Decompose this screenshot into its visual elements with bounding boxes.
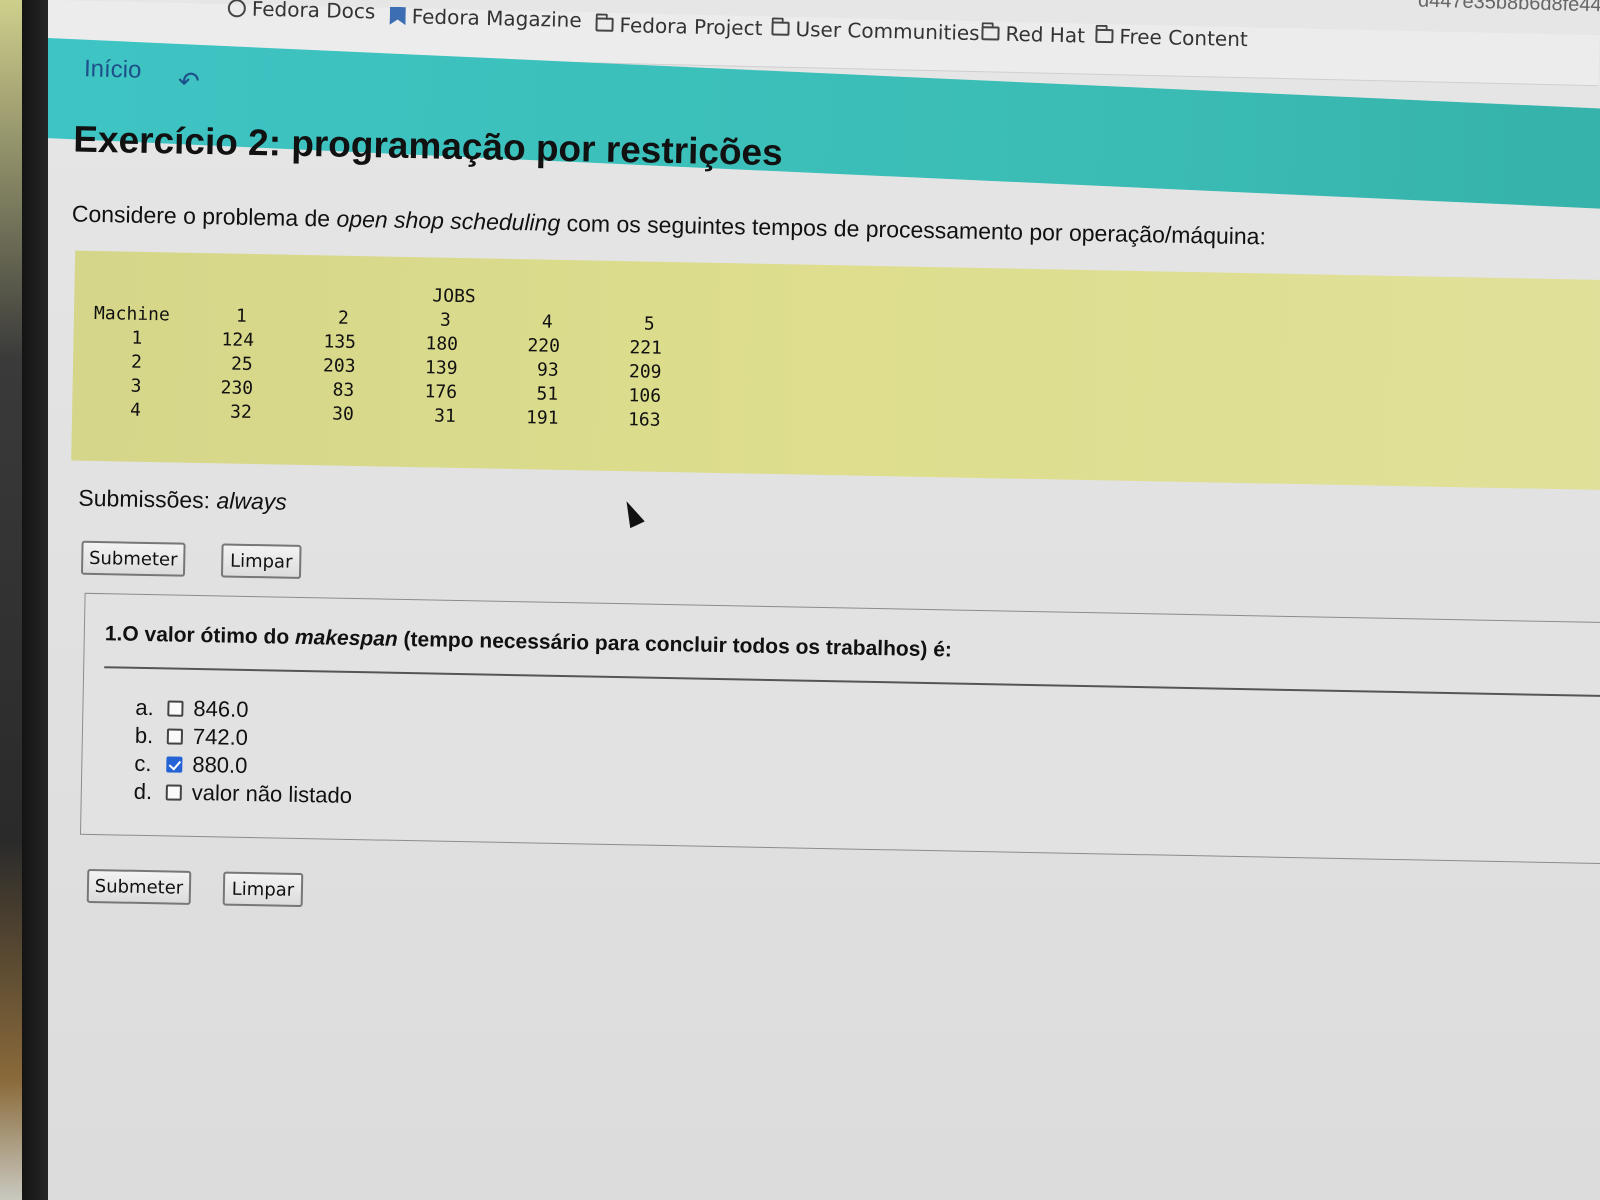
table-cell: 180 bbox=[425, 333, 459, 355]
option-letter: d. bbox=[133, 778, 153, 805]
jobs-header: JOBS bbox=[432, 285, 476, 308]
table-cell: 135 bbox=[323, 331, 357, 353]
option-letter: a. bbox=[135, 694, 155, 721]
machine-id: 2 bbox=[130, 351, 143, 373]
machine-id: 3 bbox=[130, 375, 142, 397]
option-letter: b. bbox=[134, 722, 154, 749]
job-label: 1 bbox=[235, 305, 248, 327]
clear-button[interactable]: Limpar bbox=[220, 543, 302, 579]
url-fragment: d447e35b8b6d8fe442e3c bbox=[1417, 0, 1600, 18]
page-content: Exercício 2: programação por restrições … bbox=[48, 0, 1600, 1200]
option-text: 742.0 bbox=[192, 723, 249, 750]
machine-id: 1 bbox=[131, 327, 143, 349]
page-title: Exercício 2: programação por restrições bbox=[72, 118, 784, 174]
option-checkbox[interactable] bbox=[167, 700, 184, 717]
option-text: 846.0 bbox=[193, 695, 249, 722]
answer-option[interactable]: b. 742.0 bbox=[135, 723, 249, 751]
job-label: 5 bbox=[643, 313, 655, 335]
table-cell: 230 bbox=[220, 377, 254, 400]
browser-viewport: Fedora Docs Fedora Magazine Fedora Proje… bbox=[48, 0, 1600, 1200]
option-text: 880.0 bbox=[192, 751, 248, 778]
answer-option[interactable]: a. 846.0 bbox=[135, 695, 249, 723]
submit-button-bottom[interactable]: Submeter bbox=[86, 868, 192, 905]
machine-id: 4 bbox=[129, 399, 142, 421]
clear-button-bottom[interactable]: Limpar bbox=[222, 871, 304, 908]
table-cell: 220 bbox=[527, 335, 561, 357]
submissions-label: Submissões: bbox=[78, 484, 217, 514]
table-cell: 176 bbox=[424, 381, 458, 403]
question-divider bbox=[104, 666, 1600, 697]
intro-emphasis: open shop scheduling bbox=[336, 205, 561, 236]
option-checkbox[interactable] bbox=[166, 728, 184, 745]
table-cell: 93 bbox=[536, 359, 559, 381]
intro-text: Considere o problema de bbox=[71, 200, 337, 232]
table-cell: 139 bbox=[424, 357, 458, 379]
job-label: 4 bbox=[541, 311, 553, 333]
question-emphasis: makespan bbox=[294, 625, 398, 651]
table-cell: 30 bbox=[331, 403, 354, 425]
question-text: (tempo necessário para concluir todos os… bbox=[397, 627, 953, 662]
table-cell: 221 bbox=[629, 337, 663, 359]
job-label: 2 bbox=[337, 307, 349, 329]
table-cell: 106 bbox=[628, 385, 662, 407]
option-letter: c. bbox=[134, 750, 152, 777]
question-text: 1.O valor ótimo do bbox=[104, 622, 296, 649]
exercise-intro: Considere o problema de open shop schedu… bbox=[72, 201, 1267, 251]
processing-times-table: JOBS Machine 1 2 3 4 5 1 124 135 180 220… bbox=[71, 250, 1600, 491]
table-cell: 51 bbox=[536, 383, 559, 405]
table-cell: 191 bbox=[525, 407, 559, 429]
question-title: 1.O valor ótimo do makespan (tempo neces… bbox=[105, 622, 953, 662]
table-cell: 83 bbox=[332, 379, 355, 401]
question-box: 1.O valor ótimo do makespan (tempo neces… bbox=[79, 592, 1600, 864]
answer-option[interactable]: d. valor não listado bbox=[134, 779, 353, 809]
submissions-info: Submissões: always bbox=[78, 485, 287, 516]
table-cell: 163 bbox=[627, 409, 661, 431]
submit-button[interactable]: Submeter bbox=[80, 540, 186, 577]
answer-option[interactable]: c. 880.0 bbox=[134, 751, 248, 779]
table-cell: 32 bbox=[229, 401, 253, 423]
job-label: 3 bbox=[439, 309, 451, 331]
machine-header: Machine bbox=[93, 302, 171, 326]
table-cell: 209 bbox=[628, 361, 662, 383]
table-cell: 203 bbox=[322, 355, 356, 377]
option-checkbox-checked[interactable] bbox=[166, 756, 183, 773]
table-cell: 31 bbox=[433, 405, 456, 427]
option-text: valor não listado bbox=[191, 779, 353, 808]
submissions-value: always bbox=[216, 487, 288, 515]
intro-text: com os seguintes tempos de processamento… bbox=[560, 209, 1267, 250]
option-checkbox[interactable] bbox=[165, 784, 182, 801]
table-cell: 25 bbox=[230, 353, 253, 375]
table-cell: 124 bbox=[221, 329, 255, 352]
